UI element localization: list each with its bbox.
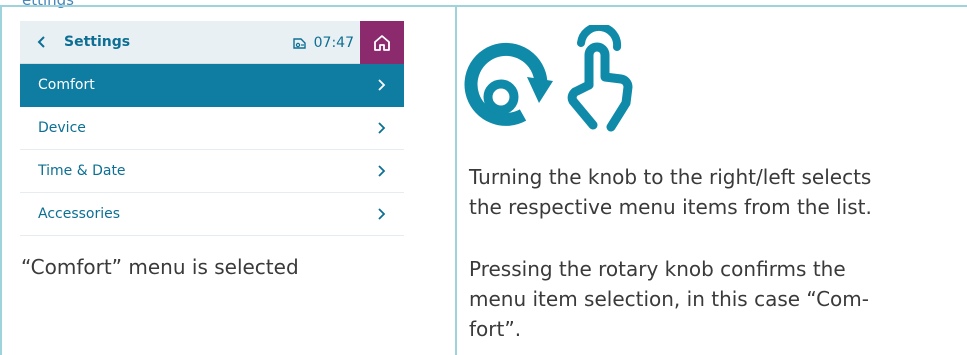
chevron-right-icon — [378, 79, 386, 91]
chevron-right-icon — [378, 165, 386, 177]
hot-water-icon — [292, 37, 306, 49]
home-button[interactable] — [360, 21, 404, 64]
frame-column-divider — [455, 5, 457, 355]
status-area: 07:47 — [292, 21, 354, 64]
menu-item-label: Time & Date — [38, 163, 126, 179]
menu-item-label: Device — [38, 120, 86, 136]
home-icon — [374, 34, 390, 51]
text-line: the respective menu items from the list. — [469, 195, 872, 219]
text-line: menu item selection, in this case “Com- — [469, 287, 869, 311]
chevron-right-icon — [378, 122, 386, 134]
menu-item-label: Accessories — [38, 206, 121, 222]
menu-item-device[interactable]: Device — [20, 107, 404, 150]
menu-item-time-date[interactable]: Time & Date — [20, 150, 404, 193]
text-line: Turning the knob to the right/left selec… — [469, 165, 872, 189]
screen-header: Settings 07:47 — [20, 21, 404, 64]
menu-item-comfort[interactable]: Comfort — [20, 64, 404, 107]
rotary-knob-press-icon — [464, 25, 633, 132]
instruction-turn-knob: Turning the knob to the right/left selec… — [469, 162, 959, 222]
manual-page: ettings Settings 07:47 — [0, 0, 967, 355]
back-button[interactable] — [20, 21, 64, 64]
instruction-press-knob: Pressing the rotary knob confirms the me… — [469, 254, 959, 344]
menu-item-accessories[interactable]: Accessories — [20, 193, 404, 236]
clock-time: 07:47 — [313, 34, 354, 51]
text-line: Pressing the rotary knob confirms the — [469, 257, 846, 281]
screen-title: Settings — [64, 34, 131, 50]
menu-item-label: Comfort — [38, 77, 95, 93]
frame-left-border — [0, 5, 2, 355]
chevron-right-icon — [378, 208, 386, 220]
chevron-left-icon — [37, 36, 45, 48]
figure-caption: “Comfort” menu is selected — [21, 255, 299, 279]
device-screen: Settings 07:47 Comfort Device Time & Dat… — [20, 21, 404, 238]
frame-top-border — [0, 5, 967, 7]
text-line: fort”. — [469, 317, 522, 341]
